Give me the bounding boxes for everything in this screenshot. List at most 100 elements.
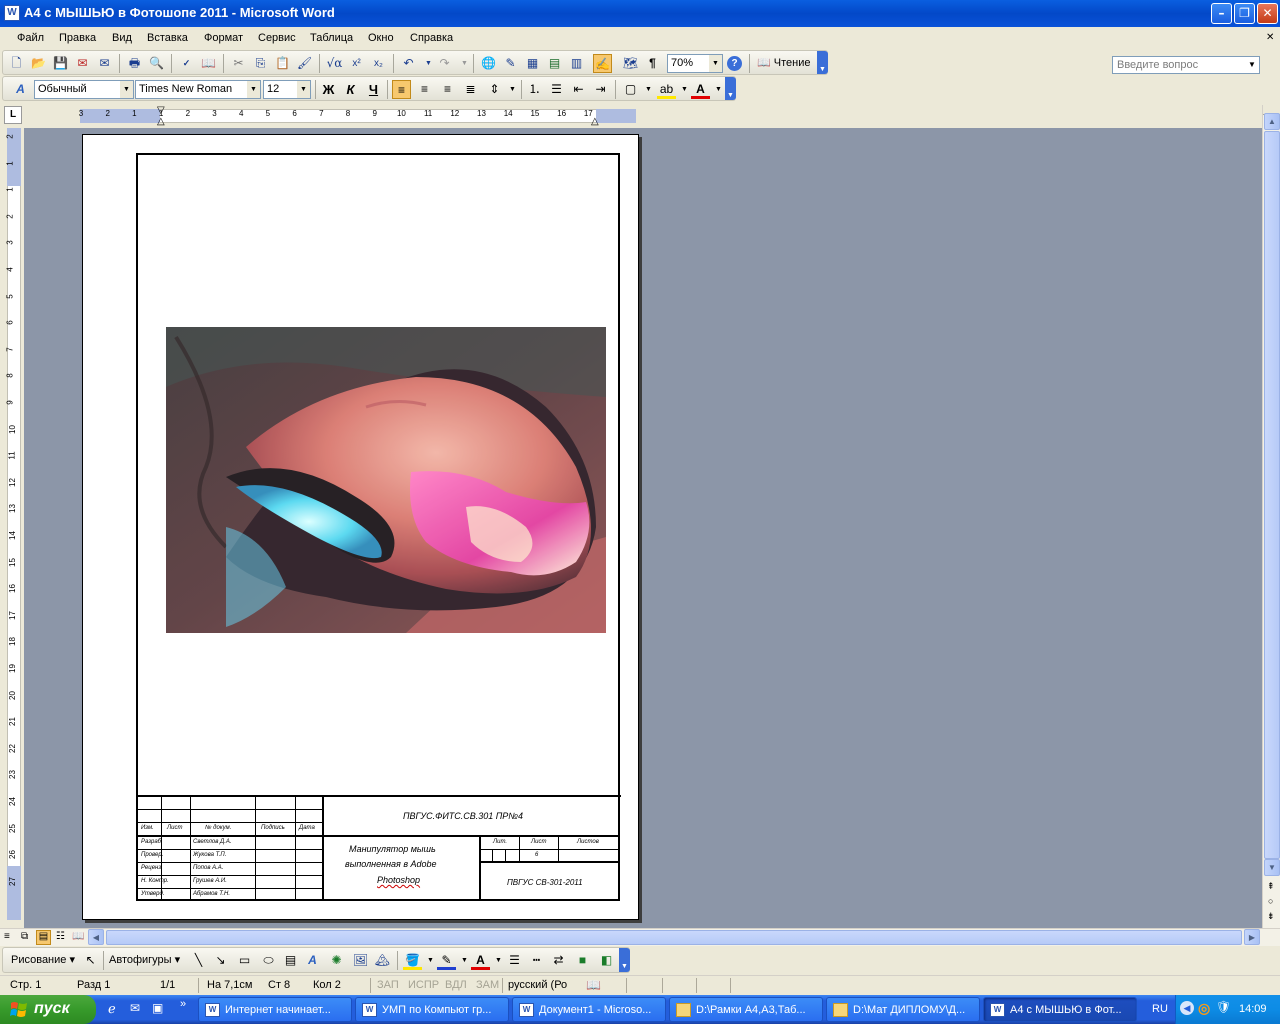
taskbar-item[interactable]: W Интернет начинает... bbox=[198, 997, 352, 1022]
format-painter-icon[interactable]: 🖌 bbox=[295, 54, 314, 73]
maximize-button[interactable]: ❐ bbox=[1234, 3, 1255, 24]
borders-icon[interactable]: ▢ bbox=[621, 80, 640, 99]
insert-table-icon[interactable]: ▦ bbox=[523, 54, 542, 73]
taskbar-item[interactable]: D:\Мат ДИПЛОМУ\Д... bbox=[826, 997, 980, 1022]
superscript-icon[interactable]: x² bbox=[347, 54, 366, 73]
style-select[interactable]: Обычный ▼ bbox=[34, 80, 134, 99]
print-icon[interactable]: 🖶 bbox=[125, 54, 144, 73]
reading-view-icon[interactable]: 📖 bbox=[72, 931, 84, 942]
text-box-icon[interactable]: ▤ bbox=[281, 951, 300, 970]
hanging-indent-marker[interactable]: △ bbox=[157, 116, 165, 127]
bullets-icon[interactable]: ☰ bbox=[547, 80, 566, 99]
next-page-icon[interactable]: ⇟ bbox=[1267, 911, 1275, 922]
toolbar-options-icon[interactable]: ▼ bbox=[725, 77, 736, 100]
taskbar-item[interactable]: D:\Рамки А4,А3,Таб... bbox=[669, 997, 823, 1022]
3d-style-icon[interactable]: ◧ bbox=[597, 951, 616, 970]
email-icon[interactable]: ✉ bbox=[95, 54, 114, 73]
justify-icon[interactable]: ≣ bbox=[461, 80, 480, 99]
highlight-icon[interactable]: ab bbox=[657, 80, 676, 99]
outlook-quicklaunch-icon[interactable]: ✉ bbox=[130, 1001, 140, 1015]
mouse-photo[interactable] bbox=[166, 327, 606, 633]
font-color-icon[interactable]: A bbox=[691, 80, 710, 99]
help-search-input[interactable]: Введите вопрос ▼ bbox=[1112, 56, 1260, 74]
menu-edit[interactable]: Правка bbox=[59, 32, 96, 44]
scroll-thumb[interactable] bbox=[1264, 131, 1280, 859]
chevron-down-icon[interactable]: ▼ bbox=[709, 55, 722, 72]
styles-pane-icon[interactable]: A bbox=[11, 80, 30, 99]
select-browse-object-icon[interactable]: ○ bbox=[1268, 896, 1273, 906]
help-icon[interactable]: ? bbox=[727, 56, 742, 71]
menu-help[interactable]: Справка bbox=[410, 32, 453, 44]
chevron-left-icon[interactable]: ◀ bbox=[1180, 1001, 1194, 1015]
copy-icon[interactable]: ⎘ bbox=[251, 54, 270, 73]
print-layout-view-icon[interactable]: ▤ bbox=[36, 930, 51, 945]
drawing-toggle-icon[interactable]: ✍ bbox=[593, 54, 612, 73]
oval-icon[interactable]: ⬭ bbox=[259, 951, 278, 970]
insert-excel-icon[interactable]: ▤ bbox=[545, 54, 564, 73]
menu-insert[interactable]: Вставка bbox=[147, 32, 188, 44]
line-color-icon[interactable]: ✎ bbox=[437, 951, 456, 970]
chevron-down-icon[interactable]: ▼ bbox=[503, 80, 522, 99]
chevron-down-icon[interactable]: ▼ bbox=[297, 81, 310, 98]
status-ovr[interactable]: ЗАМ bbox=[476, 979, 499, 991]
italic-button[interactable]: К bbox=[341, 80, 360, 99]
close-button[interactable]: ✕ bbox=[1257, 3, 1278, 24]
chevron-down-icon[interactable]: ▼ bbox=[120, 81, 133, 98]
rectangle-icon[interactable]: ▭ bbox=[235, 951, 254, 970]
outline-view-icon[interactable]: ☷ bbox=[56, 931, 65, 942]
equation-icon[interactable]: √α bbox=[325, 54, 344, 73]
research-icon[interactable]: 📖 bbox=[199, 54, 218, 73]
open-folder-icon[interactable]: 📂 bbox=[29, 54, 48, 73]
tab-selector-icon[interactable]: L bbox=[4, 106, 22, 124]
close-document-icon[interactable]: ✕ bbox=[1266, 32, 1274, 43]
permission-icon[interactable]: ✉ bbox=[73, 54, 92, 73]
cut-icon[interactable]: ✂ bbox=[229, 54, 248, 73]
select-objects-icon[interactable]: ↖ bbox=[81, 951, 100, 970]
redo-icon[interactable]: ↷ bbox=[435, 54, 454, 73]
decrease-indent-icon[interactable]: ⇤ bbox=[569, 80, 588, 99]
increase-indent-icon[interactable]: ⇥ bbox=[591, 80, 610, 99]
horizontal-ruler[interactable]: 3 2 1 1 2 3 4 5 6 7 8 9 10 11 12 13 14 15 16 17 ▽ △ △ bbox=[24, 105, 1256, 127]
scroll-down-icon[interactable]: ▼ bbox=[1264, 859, 1280, 876]
first-line-indent-marker[interactable]: ▽ bbox=[157, 105, 165, 116]
clock[interactable]: 14:09 bbox=[1239, 1003, 1267, 1015]
autoshapes-menu-button[interactable]: Автофигуры ▾ bbox=[109, 953, 180, 966]
tables-borders-icon[interactable]: ✎ bbox=[501, 54, 520, 73]
paste-icon[interactable]: 📋 bbox=[273, 54, 292, 73]
vertical-ruler[interactable]: 2 1 1 2 3 4 5 6 7 8 9 10 11 12 13 14 15 16 17 18 19 20 21 22 23 2… bbox=[4, 128, 24, 928]
taskbar-item[interactable]: W Документ1 - Microso... bbox=[512, 997, 666, 1022]
minimize-button[interactable]: – bbox=[1211, 3, 1232, 24]
shadow-style-icon[interactable]: ■ bbox=[573, 951, 592, 970]
show-formatting-icon[interactable]: ¶ bbox=[643, 54, 662, 73]
document-map-icon[interactable]: 🗺 bbox=[621, 54, 640, 73]
font-select[interactable]: Times New Roman ▼ bbox=[135, 80, 261, 99]
quicklaunch-more-icon[interactable]: » bbox=[180, 998, 186, 1010]
columns-icon[interactable]: ▥ bbox=[567, 54, 586, 73]
subscript-icon[interactable]: x₂ bbox=[369, 54, 388, 73]
taskbar-item[interactable]: W УМП по Компьют гр... bbox=[355, 997, 509, 1022]
spelling-icon[interactable]: ✓ bbox=[177, 54, 196, 73]
taskbar-item-active[interactable]: W А4 с МЫШЬЮ в Фот... bbox=[983, 997, 1137, 1022]
chevron-down-icon[interactable]: ▼ bbox=[247, 81, 260, 98]
chevron-down-icon[interactable]: ▼ bbox=[455, 54, 474, 73]
font-size-select[interactable]: 12 ▼ bbox=[263, 80, 311, 99]
word-doc-icon[interactable]: W bbox=[4, 5, 20, 21]
language-indicator[interactable]: RU bbox=[1152, 1003, 1168, 1015]
new-document-icon[interactable]: 🗋 bbox=[7, 54, 26, 73]
dash-style-icon[interactable]: ┅ bbox=[527, 951, 546, 970]
zoom-select[interactable]: 70% ▼ bbox=[667, 54, 723, 73]
status-trk[interactable]: ИСПР bbox=[408, 979, 439, 991]
arrow-style-icon[interactable]: ⇄ bbox=[549, 951, 568, 970]
insert-picture-icon[interactable]: 🏔 bbox=[373, 951, 392, 970]
menu-window[interactable]: Окно bbox=[368, 32, 394, 44]
chevron-down-icon[interactable]: ▼ bbox=[639, 80, 658, 99]
start-button[interactable]: пуск bbox=[0, 995, 96, 1024]
desktop-quicklaunch-icon[interactable]: ▣ bbox=[152, 1001, 163, 1015]
line-spacing-icon[interactable]: ⇕ bbox=[485, 80, 504, 99]
underline-button[interactable]: Ч bbox=[364, 80, 383, 99]
align-right-icon[interactable]: ≡ bbox=[438, 80, 457, 99]
toolbar-options-icon[interactable]: ▼ bbox=[619, 948, 630, 972]
font-color-icon[interactable]: A bbox=[471, 951, 490, 970]
draw-menu-button[interactable]: Рисование ▾ bbox=[11, 953, 75, 966]
print-preview-icon[interactable]: 🔍 bbox=[147, 54, 166, 73]
